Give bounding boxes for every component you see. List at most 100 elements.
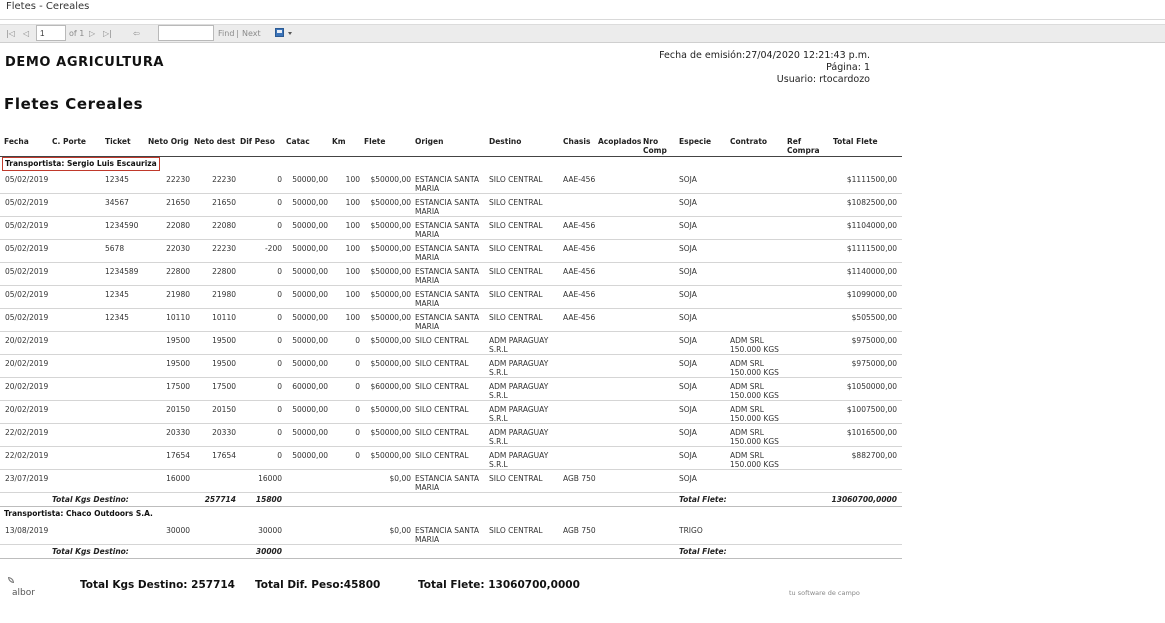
table-row: 05/02/2019 12345 21980 21980 0 50000,00 100 $50… <box>0 286 902 309</box>
cell-destino: ADM PARAGUAY S.R.L <box>489 336 549 354</box>
cell-destino: ADM PARAGUAY S.R.L <box>489 405 549 423</box>
table-row: 20/02/2019 20150 20150 0 50000,00 0 $50000,00 S… <box>0 401 902 424</box>
cell-ticket: 12345 <box>105 175 129 184</box>
cell-flete: $50000,00 <box>370 221 411 230</box>
cell-neto-dest: 21650 <box>212 198 236 207</box>
cell-fecha: 20/02/2019 <box>5 336 49 345</box>
cell-dif: 0 <box>277 451 282 460</box>
col-flete: Flete <box>364 137 386 146</box>
col-catac: Catac <box>286 137 310 146</box>
cell-fecha: 23/07/2019 <box>5 474 49 483</box>
page-number-input[interactable] <box>36 25 66 41</box>
cell-origen: SILO CENTRAL <box>415 451 469 460</box>
cell-destino: SILO CENTRAL <box>489 313 543 322</box>
cell-neto-orig: 22230 <box>166 175 190 184</box>
cell-total: $882700,00 <box>851 451 897 460</box>
col-neto-orig: Neto Orig <box>148 137 189 146</box>
cell-km: 100 <box>345 313 360 322</box>
save-icon[interactable] <box>275 28 284 37</box>
cell-especie: SOJA <box>679 244 697 253</box>
cell-total: $505500,00 <box>851 313 897 322</box>
cell-neto-orig: 20150 <box>166 405 190 414</box>
cell-km: 100 <box>345 290 360 299</box>
col-chasis: Chasis <box>563 137 591 146</box>
cell-origen: ESTANCIA SANTA MARIA <box>415 198 479 216</box>
chevron-down-icon[interactable] <box>288 32 292 35</box>
last-page-icon[interactable]: ▷| <box>103 28 112 40</box>
report-meta: Fecha de emisión:27/04/2020 12:21:43 p.m… <box>659 50 870 86</box>
col-ref-compra: Ref Compra <box>787 137 820 155</box>
group-title: Transportista: Sergio Luis Escauriza <box>2 157 160 171</box>
cell-km: 0 <box>355 336 360 345</box>
cell-especie: SOJA <box>679 221 697 230</box>
cell-neto-dest: 22230 <box>212 244 236 253</box>
cell-flete: $50000,00 <box>370 267 411 276</box>
col-origen: Origen <box>415 137 444 146</box>
cell-km: 0 <box>355 382 360 391</box>
cell-ticket: 12345 <box>105 313 129 322</box>
cell-dif: 0 <box>277 382 282 391</box>
back-icon[interactable]: ⇦ <box>133 28 140 40</box>
cell-fecha: 05/02/2019 <box>5 313 49 322</box>
cell-dif: 0 <box>277 405 282 414</box>
cell-fecha: 05/02/2019 <box>5 198 49 207</box>
col-acoplados: Acoplados <box>598 137 642 146</box>
cell-chasis: AAE-456 <box>563 221 596 230</box>
cell-fecha: 20/02/2019 <box>5 359 49 368</box>
cell-flete: $0,00 <box>389 474 411 483</box>
col-total-flete: Total Flete <box>833 137 878 146</box>
col-contrato: Contrato <box>730 137 768 146</box>
issue-date: Fecha de emisión:27/04/2020 12:21:43 p.m… <box>659 50 870 61</box>
cell-total: $1104000,00 <box>846 221 897 230</box>
cell-flete: $0,00 <box>389 526 411 535</box>
cell-chasis: AAE-456 <box>563 313 596 322</box>
cell-especie: SOJA <box>679 428 697 437</box>
cell-chasis: AGB 750 <box>563 474 596 483</box>
footer-total-kgs: Total Kgs Destino: 257714 <box>80 579 235 591</box>
cell-contrato: ADM SRL 150.000 KGS <box>730 359 779 377</box>
cell-destino: SILO CENTRAL <box>489 290 543 299</box>
cell-origen: ESTANCIA SANTA MARIA <box>415 290 479 308</box>
cell-catac: 50000,00 <box>292 221 328 230</box>
cell-catac: 60000,00 <box>292 382 328 391</box>
cell-km: 0 <box>355 405 360 414</box>
find-next-link[interactable]: Next <box>242 28 261 40</box>
total-flete-label: Total Flete: <box>679 495 727 504</box>
table-header: Fecha C. Porte Ticket Neto Orig Neto des… <box>0 135 902 157</box>
cell-total: $1007500,00 <box>846 405 897 414</box>
cell-chasis: AGB 750 <box>563 526 596 535</box>
total-dif-value: 15800 <box>255 495 282 504</box>
find-input[interactable] <box>158 25 214 41</box>
total-flete-value: 13060700,0000 <box>831 495 897 504</box>
col-nro-comp: Nro Comp <box>643 137 667 155</box>
report-title: Fletes Cereales <box>4 95 144 113</box>
find-link[interactable]: Find <box>218 28 234 40</box>
cell-total: $975000,00 <box>851 336 897 345</box>
cell-km: 0 <box>355 428 360 437</box>
cell-neto-orig: 19500 <box>166 359 190 368</box>
cell-destino: SILO CENTRAL <box>489 244 543 253</box>
cell-flete: $50000,00 <box>370 451 411 460</box>
footer-total-flete: Total Flete: 13060700,0000 <box>418 579 580 591</box>
col-km: Km <box>332 137 346 146</box>
cell-total: $975000,00 <box>851 359 897 368</box>
cell-neto-orig: 16000 <box>166 474 190 483</box>
page-indicator: Página: 1 <box>826 62 870 73</box>
cell-origen: SILO CENTRAL <box>415 336 469 345</box>
cell-fecha: 05/02/2019 <box>5 244 49 253</box>
cell-dif: 0 <box>277 336 282 345</box>
cell-origen: ESTANCIA SANTA MARIA <box>415 267 479 285</box>
cell-especie: SOJA <box>679 198 697 207</box>
cell-catac: 50000,00 <box>292 313 328 322</box>
cell-contrato: ADM SRL 150.000 KGS <box>730 451 779 469</box>
cell-total: $1082500,00 <box>846 198 897 207</box>
cell-dif: 0 <box>277 198 282 207</box>
cell-flete: $50000,00 <box>370 313 411 322</box>
next-page-icon[interactable]: ▷ <box>89 28 95 40</box>
cell-dif: 0 <box>277 175 282 184</box>
first-page-icon[interactable]: |◁ <box>6 28 15 40</box>
cell-dif: 0 <box>277 313 282 322</box>
cell-neto-dest: 22080 <box>212 221 236 230</box>
cell-dif: 0 <box>277 359 282 368</box>
prev-page-icon[interactable]: ◁ <box>23 28 29 40</box>
